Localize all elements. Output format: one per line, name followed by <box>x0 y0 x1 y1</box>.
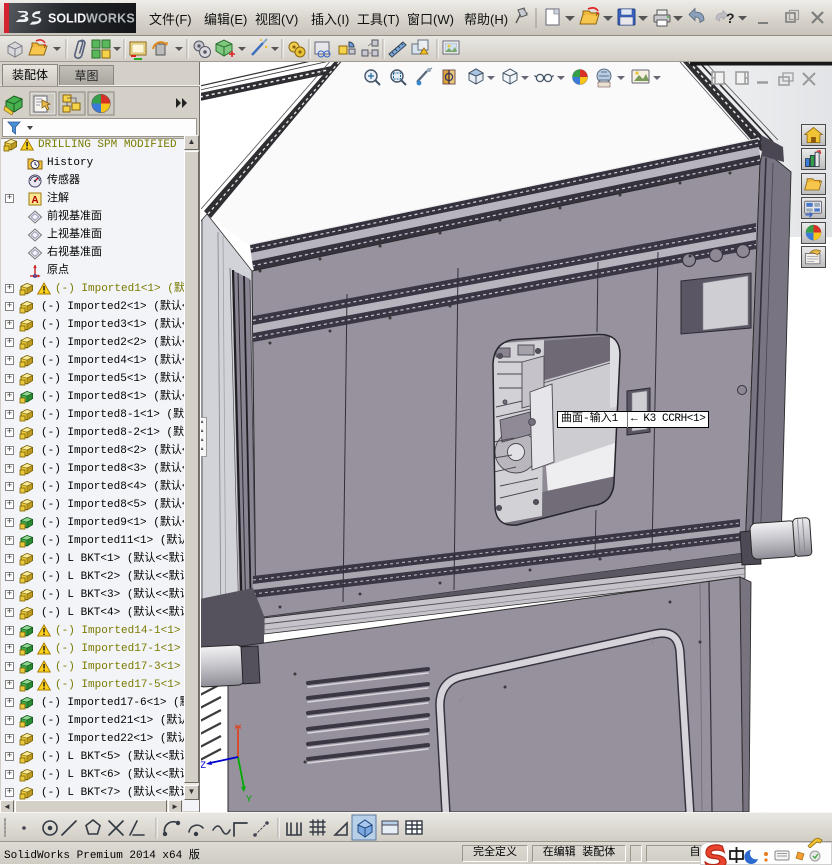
svg-text:Z: Z <box>201 761 206 772</box>
svg-text:SOLID: SOLID <box>48 12 86 26</box>
svg-text:Y: Y <box>246 795 252 806</box>
svg-text:WORKS: WORKS <box>86 12 135 26</box>
svg-text:?: ? <box>726 10 735 26</box>
